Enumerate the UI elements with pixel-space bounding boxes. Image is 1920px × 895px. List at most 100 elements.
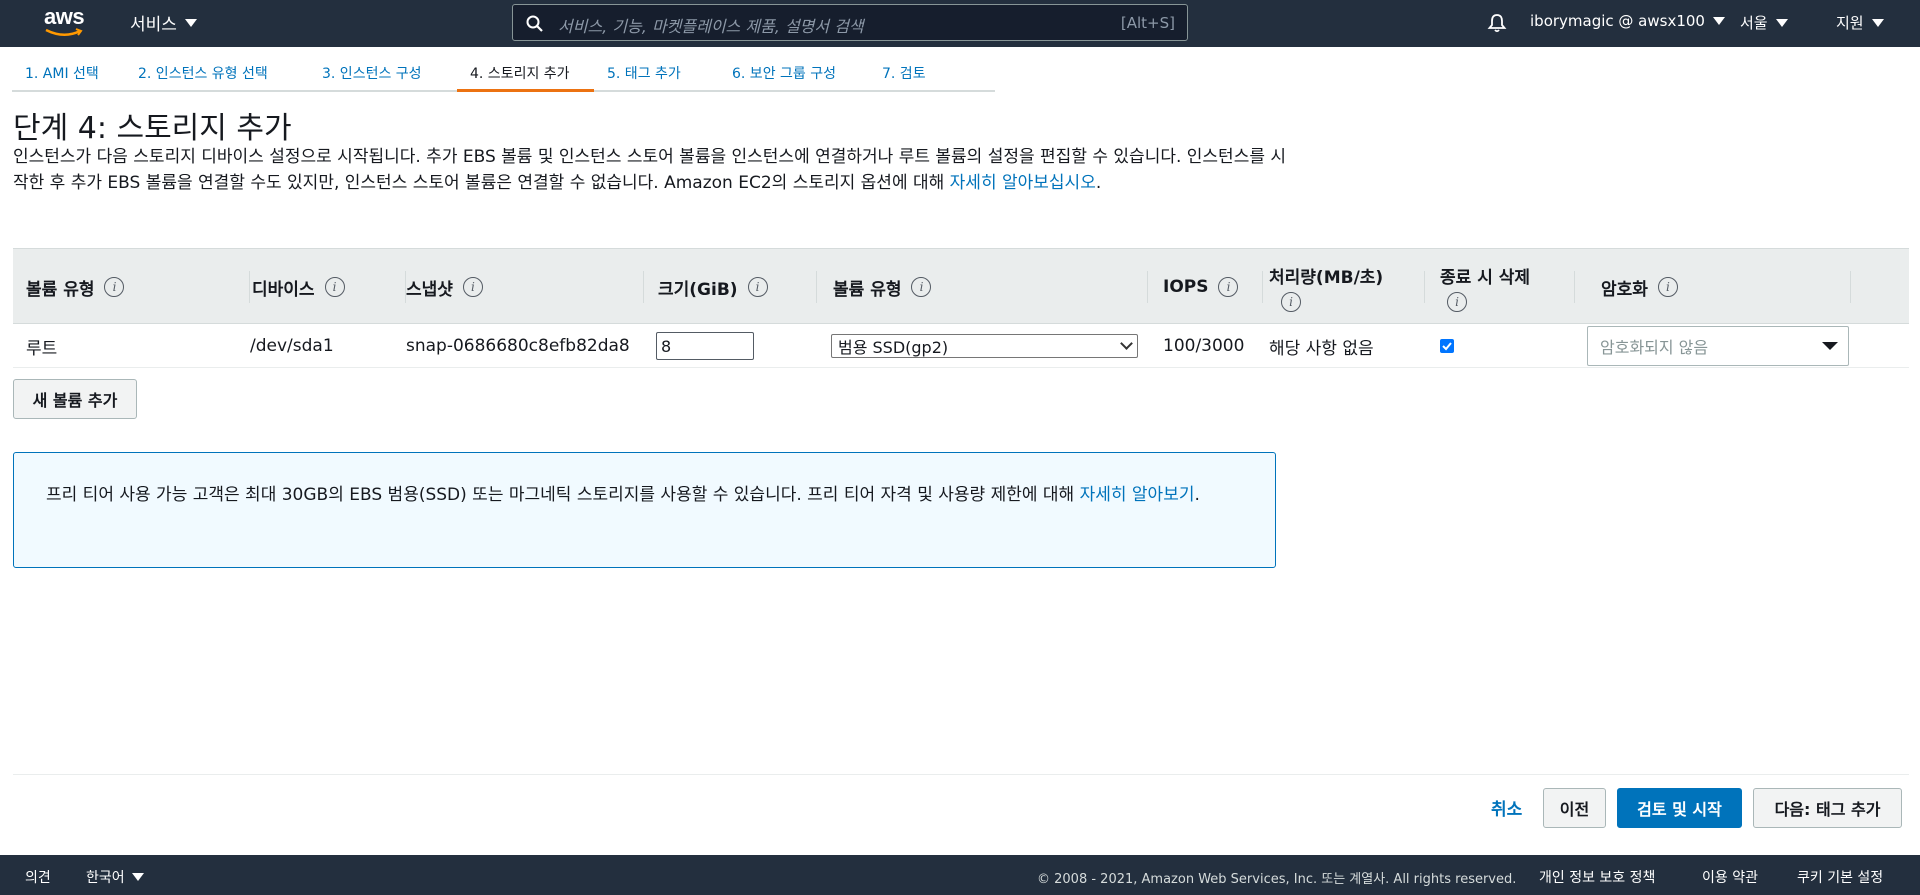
header-encryption-label: 암호화: [1601, 279, 1648, 300]
header-iops-label: IOPS: [1163, 277, 1209, 297]
search-bar[interactable]: 서비스, 기능, 마켓플레이스 제품, 설명서 검색 [Alt+S]: [512, 4, 1188, 41]
header-size-label: 크기(GiB): [658, 279, 738, 300]
notice-end: .: [1194, 485, 1200, 505]
size-input[interactable]: 8: [656, 332, 754, 360]
header-snapshot-label: 스냅샷: [406, 279, 453, 300]
header-iops: IOPS i: [1163, 249, 1263, 325]
table-row: 루트 /dev/sda1 snap-0686680c8efb82da8 8 범용…: [13, 324, 1909, 368]
cell-iops: 100/3000: [1163, 336, 1245, 356]
info-icon[interactable]: i: [1447, 291, 1467, 312]
caret-down-icon: [1871, 18, 1884, 27]
info-icon[interactable]: i: [462, 277, 483, 297]
search-icon: [526, 15, 543, 32]
support-menu[interactable]: 지원: [1836, 12, 1884, 33]
caret-down-icon: [184, 18, 197, 27]
caret-down-icon: [131, 873, 144, 881]
tab-security-group[interactable]: 6. 보안 그룹 구성: [719, 58, 869, 92]
volume-type-value: 범용 SSD(gp2): [838, 338, 949, 357]
region-label: 서울: [1740, 14, 1768, 32]
info-icon[interactable]: i: [1218, 277, 1239, 297]
delete-on-termination-checkbox[interactable]: [1440, 339, 1454, 353]
storage-table: 볼륨 유형 i 디바이스 i 스냅샷 i 크기(GiB) i 볼륨 유형 i IOPS i …: [13, 248, 1909, 368]
header-snapshot: 스냅샷 i: [406, 249, 644, 325]
chevron-down-icon: [1120, 337, 1133, 350]
header-volume-type: 볼륨 유형 i: [26, 249, 250, 325]
free-tier-notice: 프리 티어 사용 가능 고객은 최대 30GB의 EBS 범용(SSD) 또는 …: [13, 452, 1276, 568]
cell-encryption: 암호화되지 않음: [1587, 324, 1849, 368]
language-label: 한국어: [86, 870, 125, 886]
header-delete-on-termination: 종료 시 삭제 i: [1440, 249, 1575, 325]
caret-down-icon: [1775, 18, 1788, 27]
bell-icon[interactable]: [1486, 12, 1508, 34]
header-volume-type-label: 볼륨 유형: [26, 279, 95, 300]
tab-add-tags[interactable]: 5. 태그 추가: [594, 58, 719, 92]
feedback-link[interactable]: 의견: [25, 867, 51, 887]
cancel-button[interactable]: 취소: [1491, 795, 1522, 820]
footer-bar: 의견 한국어 © 2008 - 2021, Amazon Web Service…: [0, 855, 1920, 895]
cell-delete-on-termination: [1440, 324, 1454, 368]
cell-throughput: 해당 사항 없음: [1269, 338, 1374, 359]
info-icon[interactable]: i: [1657, 277, 1678, 297]
tab-add-storage[interactable]: 4. 스토리지 추가: [457, 58, 594, 92]
tab-review[interactable]: 7. 검토: [869, 58, 995, 92]
cell-volume-type: 루트: [26, 338, 58, 359]
previous-button[interactable]: 이전: [1543, 788, 1606, 828]
info-icon[interactable]: i: [324, 277, 345, 297]
page-description: 인스턴스가 다음 스토리지 디바이스 설정으로 시작됩니다. 추가 EBS 볼륨…: [13, 144, 1293, 196]
copyright-text: © 2008 - 2021, Amazon Web Services, Inc.…: [1037, 872, 1517, 887]
tab-instance-type[interactable]: 2. 인스턴스 유형 선택: [125, 58, 309, 92]
header-encryption: 암호화 i: [1601, 249, 1851, 325]
table-header: 볼륨 유형 i 디바이스 i 스냅샷 i 크기(GiB) i 볼륨 유형 i IOPS i …: [13, 248, 1909, 324]
learn-more-free-tier-link[interactable]: 자세히 알아보기: [1080, 485, 1195, 505]
notice-text-block: 프리 티어 사용 가능 고객은 최대 30GB의 EBS 범용(SSD) 또는 …: [46, 482, 1246, 508]
header-ebs-type: 볼륨 유형 i: [833, 249, 1148, 325]
learn-more-storage-link[interactable]: 자세히 알아보십시오: [950, 173, 1096, 193]
tab-ami[interactable]: 1. AMI 선택: [12, 58, 125, 92]
header-device: 디바이스 i: [252, 249, 406, 325]
description-end: .: [1095, 173, 1102, 193]
search-shortcut: [Alt+S]: [1120, 14, 1175, 32]
volume-type-select[interactable]: 범용 SSD(gp2): [831, 334, 1138, 358]
header-size: 크기(GiB) i: [658, 249, 817, 325]
services-label: 서비스: [130, 15, 177, 35]
region-menu[interactable]: 서울: [1740, 12, 1788, 33]
aws-smile-icon: [45, 28, 83, 36]
account-label: iborymagic @ awsx100: [1530, 12, 1705, 30]
notice-text: 프리 티어 사용 가능 고객은 최대 30GB의 EBS 범용(SSD) 또는 …: [46, 485, 1080, 505]
encryption-select[interactable]: 암호화되지 않음: [1587, 326, 1849, 366]
support-label: 지원: [1836, 14, 1864, 32]
aws-logo[interactable]: aws: [44, 6, 92, 40]
page-title: 단계 4: 스토리지 추가: [13, 111, 292, 146]
info-icon[interactable]: i: [1281, 291, 1301, 312]
add-volume-button[interactable]: 새 볼륨 추가: [13, 379, 137, 419]
caret-down-icon: [1822, 342, 1838, 350]
header-throughput: 처리량(MB/초) i: [1269, 249, 1425, 325]
top-navigation: aws 서비스 서비스, 기능, 마켓플레이스 제품, 설명서 검색 [Alt+…: [0, 0, 1920, 47]
info-icon[interactable]: i: [747, 277, 768, 297]
search-input[interactable]: 서비스, 기능, 마켓플레이스 제품, 설명서 검색: [558, 13, 864, 37]
header-throughput-label: 처리량(MB/초): [1269, 267, 1384, 288]
info-icon[interactable]: i: [104, 277, 125, 297]
account-menu[interactable]: iborymagic @ awsx100: [1530, 12, 1725, 30]
encryption-value: 암호화되지 않음: [1600, 338, 1709, 357]
services-menu[interactable]: 서비스: [130, 10, 197, 35]
info-icon[interactable]: i: [911, 277, 932, 297]
divider: [13, 774, 1909, 775]
cell-ebs-type: 범용 SSD(gp2): [831, 324, 1138, 368]
language-menu[interactable]: 한국어: [86, 867, 144, 887]
header-ebs-type-label: 볼륨 유형: [833, 279, 902, 300]
cell-snapshot: snap-0686680c8efb82da8: [406, 336, 630, 356]
privacy-link[interactable]: 개인 정보 보호 정책: [1539, 867, 1655, 887]
header-device-label: 디바이스: [252, 279, 315, 300]
tab-configure-instance[interactable]: 3. 인스턴스 구성: [309, 58, 457, 92]
check-icon: [1442, 342, 1452, 351]
next-add-tags-button[interactable]: 다음: 태그 추가: [1753, 788, 1902, 828]
wizard-steps: 1. AMI 선택 2. 인스턴스 유형 선택 3. 인스턴스 구성 4. 스토…: [12, 58, 995, 92]
review-and-launch-button[interactable]: 검토 및 시작: [1617, 788, 1742, 828]
cell-size: 8: [656, 324, 754, 368]
cookie-preferences-link[interactable]: 쿠키 기본 설정: [1797, 867, 1883, 887]
caret-down-icon: [1712, 17, 1725, 25]
header-delete-label: 종료 시 삭제: [1440, 267, 1531, 288]
aws-logo-text: aws: [44, 4, 85, 29]
terms-link[interactable]: 이용 약관: [1702, 867, 1758, 887]
